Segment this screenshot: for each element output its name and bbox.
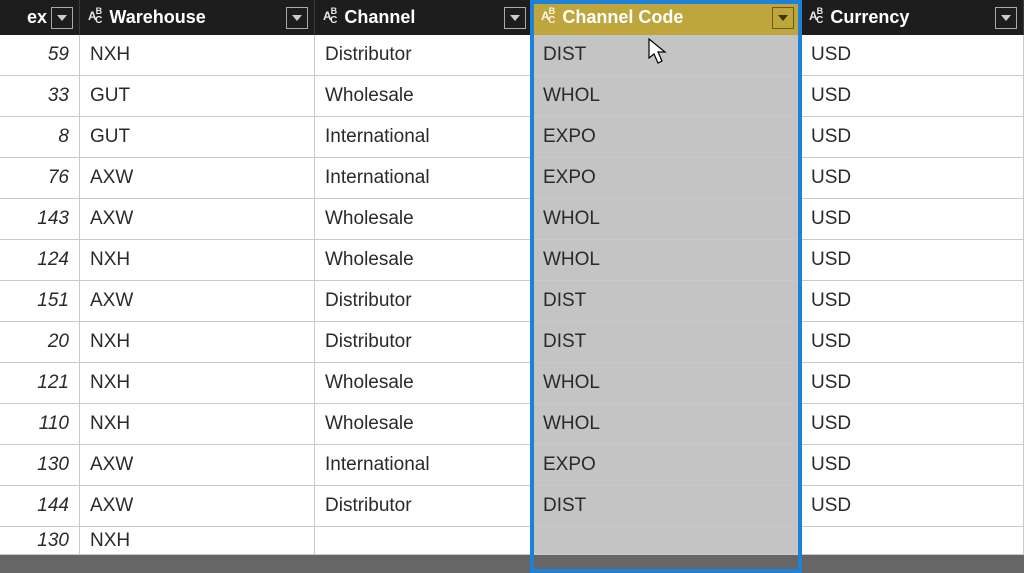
cell-currency[interactable]: USD [801,158,1024,199]
cell-currency[interactable]: USD [801,117,1024,158]
cell-index[interactable]: 144 [0,486,80,527]
cell-index[interactable]: 151 [0,281,80,322]
cell-channel[interactable]: Wholesale [315,76,533,117]
cell-index[interactable]: 8 [0,117,80,158]
cell-index[interactable]: 143 [0,199,80,240]
cell-channel[interactable]: Wholesale [315,199,533,240]
cell-channel_code[interactable]: EXPO [533,158,801,199]
cell-warehouse[interactable]: AXW [80,486,315,527]
cell-channel[interactable]: Wholesale [315,363,533,404]
cell-channel_code[interactable]: DIST [533,322,801,363]
cell-channel[interactable] [315,527,533,555]
cell-channel[interactable]: Distributor [315,35,533,76]
column-header-index[interactable]: ex [0,0,80,35]
filter-dropdown-icon[interactable] [995,7,1017,29]
cell-warehouse[interactable]: NXH [80,404,315,445]
column-header-label: Channel Code [562,7,772,28]
cell-channel_code[interactable]: WHOL [533,363,801,404]
column-header-warehouse[interactable]: ABC Warehouse [80,0,315,35]
data-grid[interactable]: exABCWarehouseABCChannelABCChannel CodeA… [0,0,1024,555]
text-type-icon: ABC [541,9,554,26]
cell-currency[interactable]: USD [801,486,1024,527]
cell-currency[interactable]: USD [801,363,1024,404]
column-header-label: Currency [830,7,995,28]
cell-warehouse[interactable]: NXH [80,363,315,404]
column-header-channel[interactable]: ABC Channel [315,0,533,35]
cell-warehouse[interactable]: AXW [80,199,315,240]
text-type-icon: ABC [88,9,101,26]
cell-channel[interactable]: Wholesale [315,404,533,445]
cell-currency[interactable]: USD [801,35,1024,76]
cell-warehouse[interactable]: GUT [80,117,315,158]
cell-channel[interactable]: Distributor [315,281,533,322]
cell-currency[interactable]: USD [801,199,1024,240]
column-header-label: Warehouse [109,7,286,28]
column-header-channel_code[interactable]: ABC Channel Code [533,0,801,35]
cell-currency[interactable] [801,527,1024,555]
column-header-currency[interactable]: ABC Currency [801,0,1024,35]
cell-index[interactable]: 124 [0,240,80,281]
cell-index[interactable]: 20 [0,322,80,363]
cell-index[interactable]: 59 [0,35,80,76]
cell-warehouse[interactable]: NXH [80,240,315,281]
cell-channel_code[interactable]: WHOL [533,76,801,117]
text-type-icon: ABC [323,9,336,26]
cell-channel[interactable]: Distributor [315,486,533,527]
cell-warehouse[interactable]: AXW [80,445,315,486]
filter-dropdown-icon[interactable] [286,7,308,29]
cell-channel_code[interactable]: WHOL [533,199,801,240]
cell-index[interactable]: 33 [0,76,80,117]
cell-currency[interactable]: USD [801,445,1024,486]
cell-index[interactable]: 130 [0,445,80,486]
cell-channel[interactable]: International [315,158,533,199]
cell-channel[interactable]: Distributor [315,322,533,363]
filter-dropdown-icon[interactable] [51,7,73,29]
cell-channel[interactable]: Wholesale [315,240,533,281]
cell-channel_code[interactable]: EXPO [533,117,801,158]
cell-index[interactable]: 121 [0,363,80,404]
cell-channel_code[interactable]: DIST [533,486,801,527]
cell-currency[interactable]: USD [801,240,1024,281]
cell-warehouse[interactable]: NXH [80,322,315,363]
cell-warehouse[interactable]: AXW [80,281,315,322]
cell-channel_code[interactable]: WHOL [533,240,801,281]
cell-currency[interactable]: USD [801,281,1024,322]
cell-warehouse[interactable]: AXW [80,158,315,199]
cell-index[interactable]: 130 [0,527,80,555]
cell-currency[interactable]: USD [801,76,1024,117]
filter-dropdown-icon[interactable] [772,7,794,29]
cell-warehouse[interactable]: NXH [80,527,315,555]
text-type-icon: ABC [809,9,822,26]
cell-channel_code[interactable]: EXPO [533,445,801,486]
cell-channel_code[interactable]: WHOL [533,404,801,445]
column-header-label: Channel [344,7,504,28]
column-header-label: ex [0,7,51,28]
cell-channel_code[interactable] [533,527,801,555]
cell-index[interactable]: 110 [0,404,80,445]
cell-channel_code[interactable]: DIST [533,281,801,322]
cell-currency[interactable]: USD [801,404,1024,445]
cell-channel[interactable]: International [315,117,533,158]
filter-dropdown-icon[interactable] [504,7,526,29]
cell-warehouse[interactable]: NXH [80,35,315,76]
cell-currency[interactable]: USD [801,322,1024,363]
cell-channel_code[interactable]: DIST [533,35,801,76]
cell-index[interactable]: 76 [0,158,80,199]
cell-warehouse[interactable]: GUT [80,76,315,117]
cell-channel[interactable]: International [315,445,533,486]
